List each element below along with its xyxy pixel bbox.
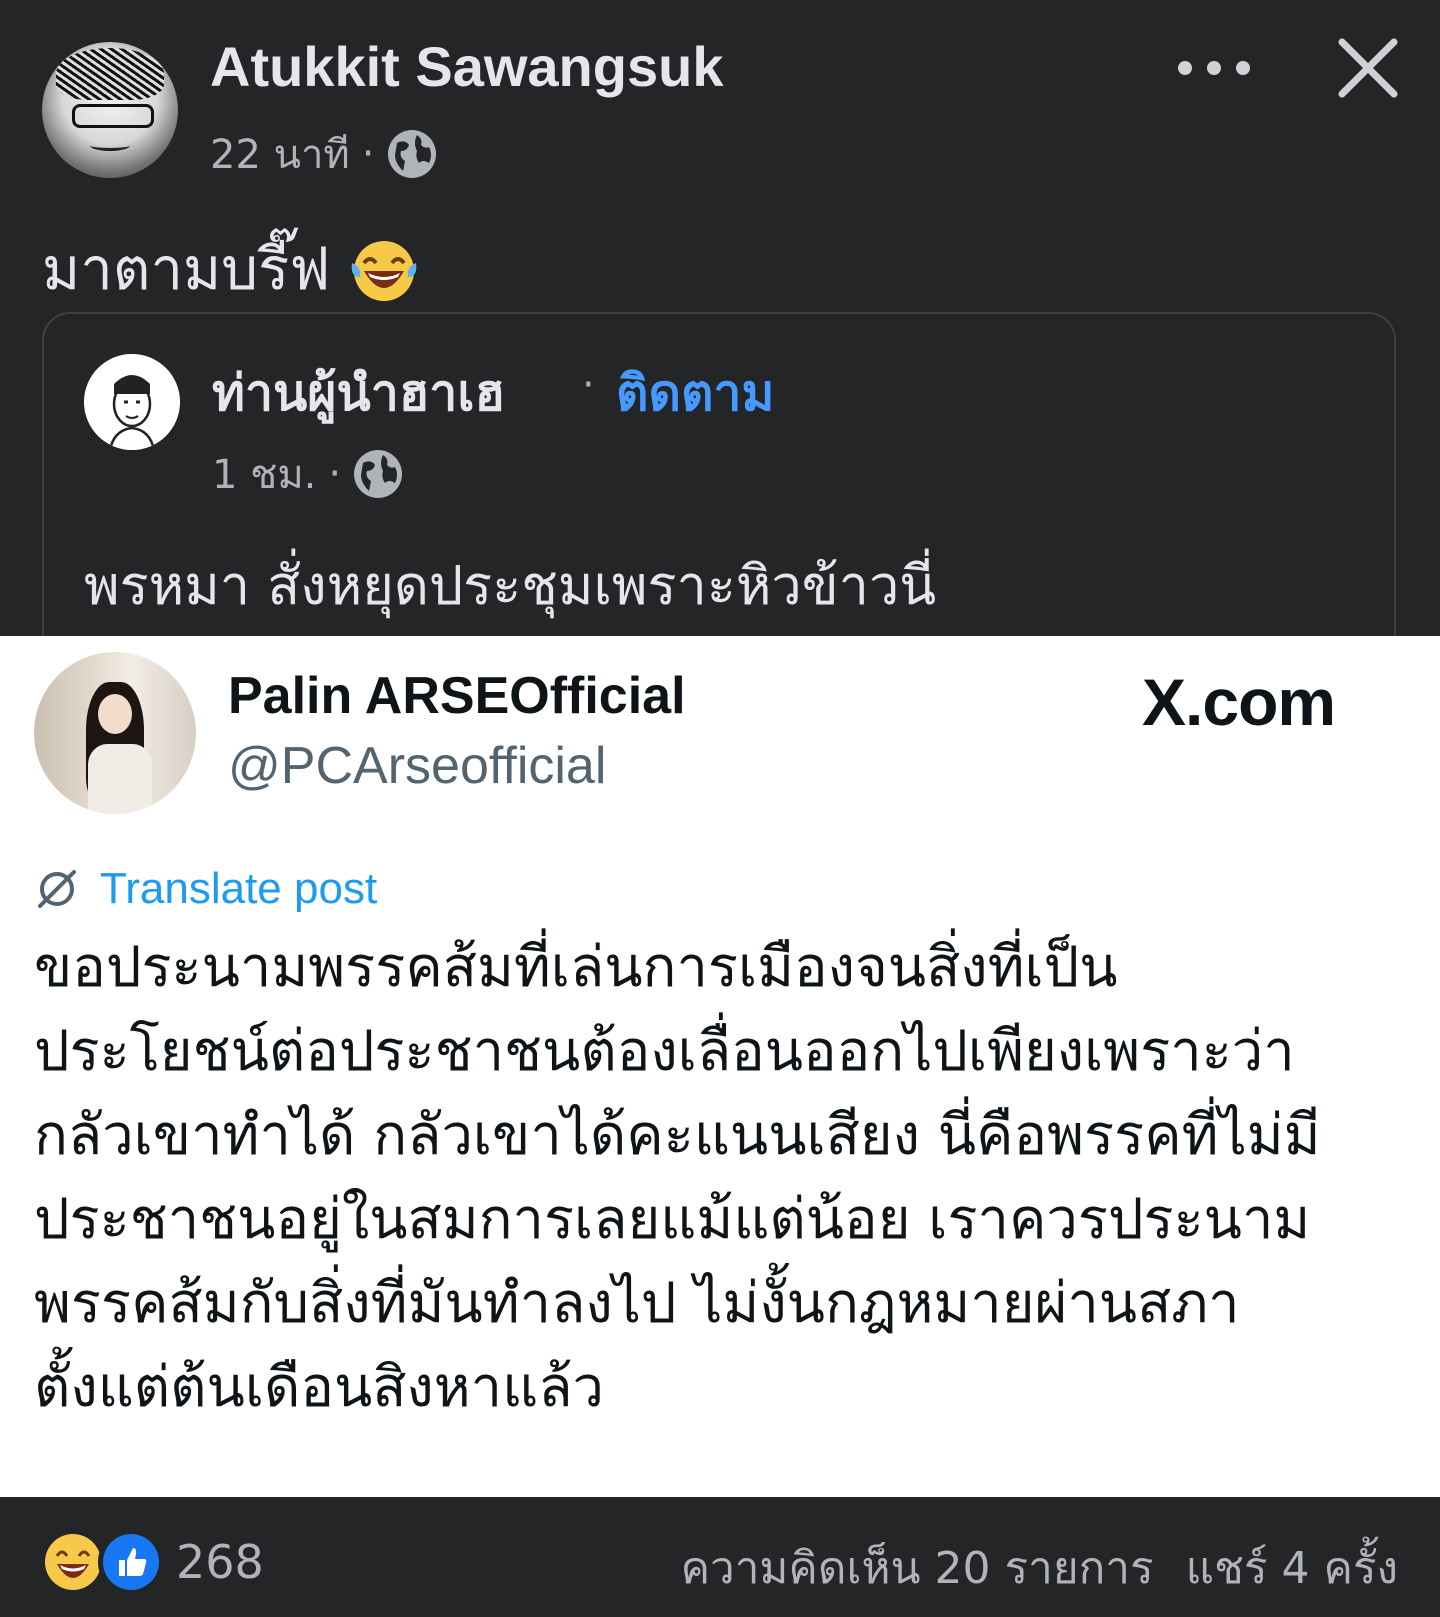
haha-reaction-icon bbox=[40, 1529, 106, 1595]
engagement-stats: ความคิดเห็น 20 รายการ แชร์ 4 ครั้ง bbox=[681, 1533, 1398, 1603]
shared-page-avatar[interactable] bbox=[84, 354, 180, 450]
tweet-handle: @PCArseofficial bbox=[228, 737, 607, 795]
meta-separator: · bbox=[361, 131, 375, 177]
post-footer: 268 ความคิดเห็น 20 รายการ แชร์ 4 ครั้ง bbox=[0, 1497, 1440, 1617]
shared-meta-separator: · bbox=[328, 451, 342, 497]
tweet-body: ขอประนามพรรคส้มที่เล่นการเมืองจนสิ่งที่เ… bbox=[34, 926, 1414, 1430]
shared-time[interactable]: 1 ชม. bbox=[212, 442, 316, 506]
translate-post-label: Translate post bbox=[100, 864, 378, 913]
post-caption: มาตามบรี๊ฟ bbox=[42, 235, 331, 303]
reaction-count: 268 bbox=[176, 1535, 264, 1589]
reactions-summary[interactable]: 268 bbox=[40, 1529, 264, 1595]
tweet-line: ขอประนามพรรคส้มที่เล่นการเมืองจนสิ่งที่เ… bbox=[34, 935, 1118, 1000]
translate-icon bbox=[38, 870, 76, 908]
follow-button[interactable]: ติดตาม bbox=[616, 354, 774, 433]
comments-count[interactable]: ความคิดเห็น 20 รายการ bbox=[681, 1533, 1154, 1603]
shared-post-card[interactable]: ท่านผู้นำฮาเฮ · ติดตาม 1 ชม. · พรหมา สั่… bbox=[42, 312, 1396, 652]
x-com-logo: X.com bbox=[1142, 665, 1336, 739]
author-avatar[interactable] bbox=[42, 42, 178, 178]
post-header: Atukkit Sawangsuk 22 นาที · bbox=[0, 0, 1440, 200]
translate-post: Translate post bbox=[34, 864, 377, 914]
more-options-button[interactable] bbox=[1178, 48, 1250, 88]
close-icon[interactable] bbox=[1336, 36, 1400, 100]
tweet-line: ประชาชนอยู่ในสมการเลยแม้แต่น้อย เราควรปร… bbox=[34, 1187, 1311, 1252]
shares-count[interactable]: แชร์ 4 ครั้ง bbox=[1186, 1533, 1398, 1603]
tweet-line: ประโยชน์ต่อประชาชนต้องเลื่อนออกไปเพียงเพ… bbox=[34, 1019, 1295, 1084]
laughing-tears-emoji-icon bbox=[351, 240, 417, 301]
author-name[interactable]: Atukkit Sawangsuk bbox=[210, 34, 723, 99]
post-text: มาตามบรี๊ฟ bbox=[42, 222, 420, 315]
shared-separator: · bbox=[582, 362, 595, 408]
like-reaction-icon bbox=[98, 1529, 164, 1595]
tweet-line: พรรคส้มกับสิ่งที่มันทำลงไป ไม่งั้นกฎหมาย… bbox=[34, 1271, 1240, 1336]
shared-post-text: พรหมา สั่งหยุดประชุมเพราะหิวข้าวนี่ bbox=[84, 554, 937, 617]
shared-meta: 1 ชม. · bbox=[212, 442, 403, 506]
globe-icon[interactable] bbox=[387, 129, 437, 179]
post-meta: 22 นาที · bbox=[210, 122, 437, 186]
tweet-line: กลัวเขาทำได้ กลัวเขาได้คะแนนเสียง นี่คือ… bbox=[34, 1103, 1321, 1168]
tweet-display-name: Palin ARSEOfficial bbox=[228, 667, 686, 725]
tweet-avatar bbox=[34, 652, 196, 814]
embedded-tweet-image[interactable]: Palin ARSEOfficial @PCArseofficial X.com… bbox=[0, 636, 1440, 1497]
shared-page-name[interactable]: ท่านผู้นำฮาเฮ bbox=[212, 354, 505, 433]
post-time[interactable]: 22 นาที bbox=[210, 122, 350, 186]
globe-icon[interactable] bbox=[353, 449, 403, 499]
tweet-line: ตั้งแต่ต้นเดือนสิงหาแล้ว bbox=[34, 1355, 604, 1420]
